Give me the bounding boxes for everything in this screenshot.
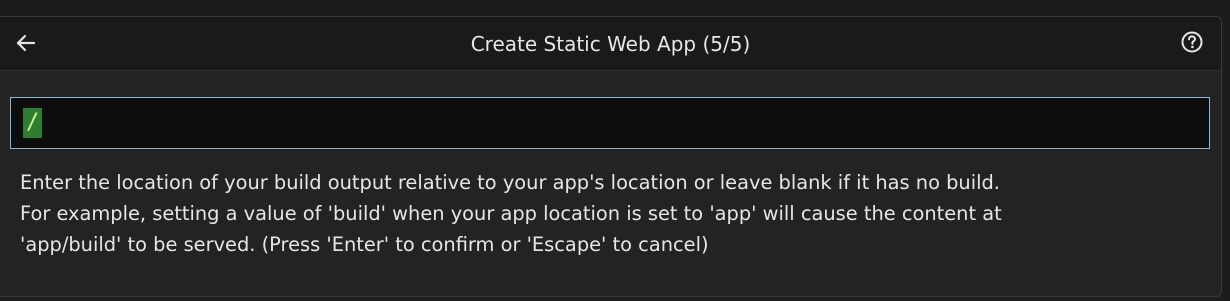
input-help-message: Enter the location of your build output … bbox=[20, 167, 1210, 260]
quick-input-widget: Create Static Web App (5/5) / Enter the … bbox=[0, 16, 1222, 297]
dialog-title: Create Static Web App (5/5) bbox=[470, 32, 751, 56]
help-button[interactable] bbox=[1179, 29, 1205, 55]
top-strip bbox=[0, 0, 1230, 16]
right-edge bbox=[1222, 0, 1230, 301]
message-line-3: 'app/build' to be served. (Press 'Enter'… bbox=[20, 233, 709, 256]
input-value-selected[interactable]: / bbox=[23, 108, 43, 138]
message-line-1: Enter the location of your build output … bbox=[20, 171, 1000, 194]
quick-input-titlebar: Create Static Web App (5/5) bbox=[0, 17, 1221, 71]
question-circle-icon bbox=[1181, 31, 1203, 53]
quick-input-field[interactable]: / bbox=[10, 97, 1210, 149]
message-line-2: For example, setting a value of 'build' … bbox=[20, 202, 1002, 225]
editor-background: Create Static Web App (5/5) / Enter the … bbox=[0, 0, 1230, 301]
